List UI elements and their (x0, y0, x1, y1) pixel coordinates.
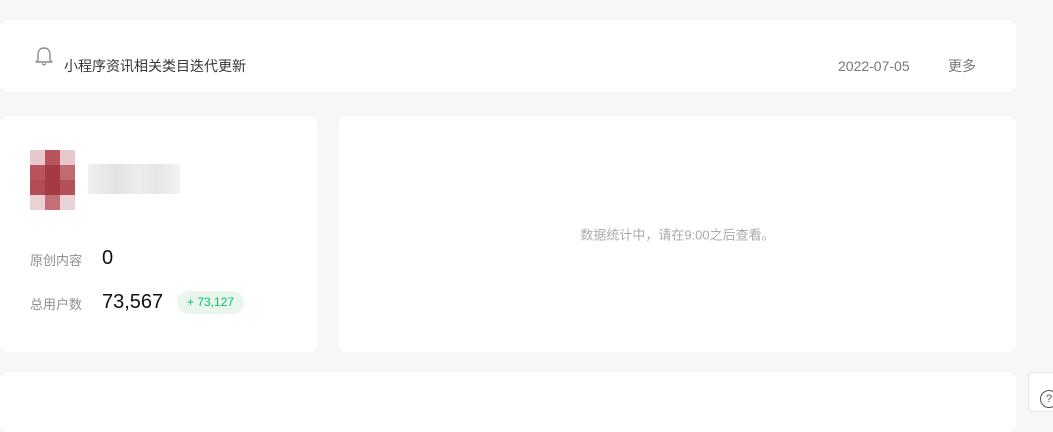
notice-date: 2022-07-05 (838, 58, 910, 74)
notice-bar: 小程序资讯相关类目迭代更新 2022-07-05 更多 (0, 20, 1016, 92)
bell-icon (35, 47, 53, 66)
total-users-label: 总用户数 (30, 297, 83, 312)
help-button[interactable]: ? (1028, 372, 1053, 412)
bottom-panel (0, 372, 1016, 432)
account-name-blurred (88, 164, 180, 194)
total-users-growth-badge: + 73,127 (177, 291, 245, 314)
more-link[interactable]: 更多 (948, 56, 976, 76)
total-users-value: 73,567 (102, 291, 164, 313)
avatar[interactable] (30, 150, 75, 210)
original-content-value: 0 (102, 247, 114, 269)
notice-title-link[interactable]: 小程序资讯相关类目迭代更新 (64, 56, 246, 76)
account-card: 原创内容 0 总用户数 73,567 + 73,127 (0, 116, 317, 352)
original-content-label: 原创内容 (30, 253, 83, 268)
help-icon: ? (1040, 390, 1053, 408)
data-pending-message: 数据统计中，请在9:00之后查看。 (580, 227, 775, 243)
data-panel: 数据统计中，请在9:00之后查看。 (339, 116, 1016, 352)
